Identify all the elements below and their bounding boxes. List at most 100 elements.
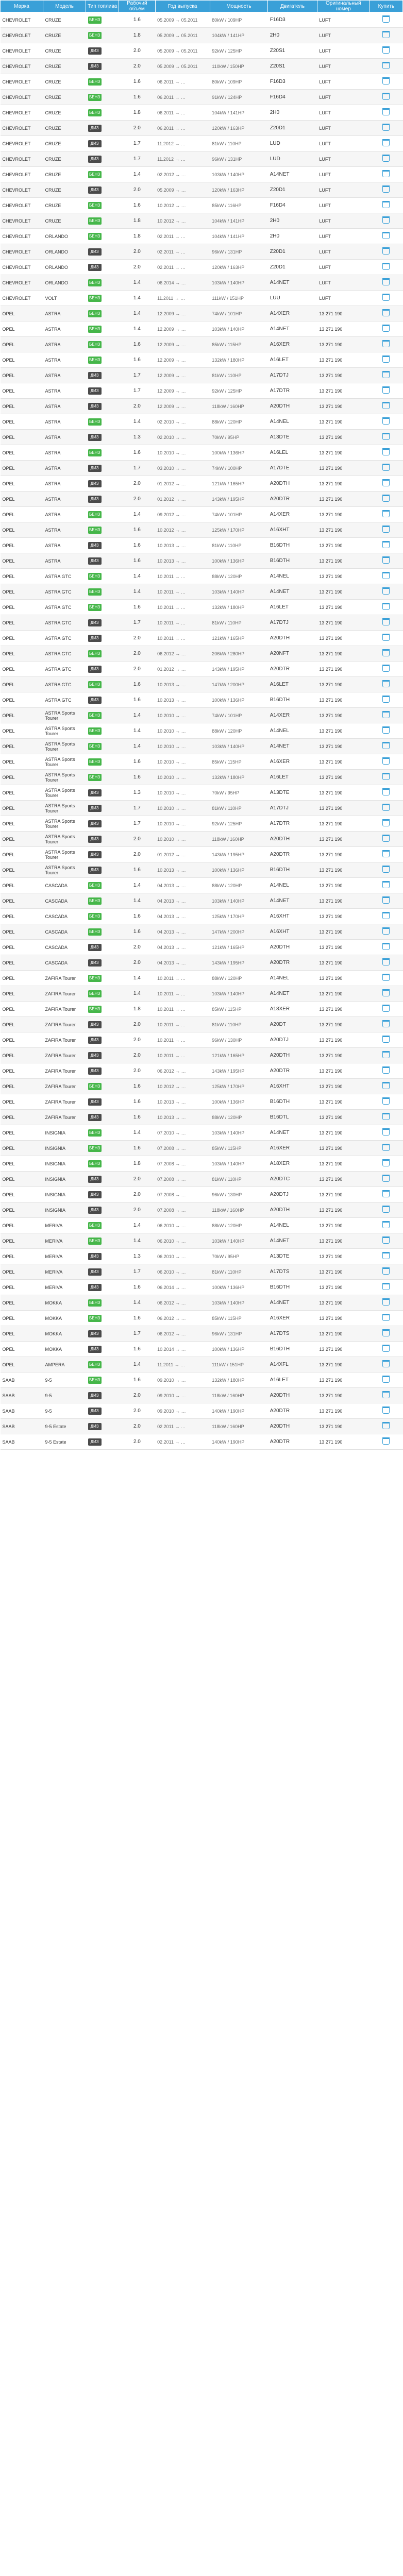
cell-buy[interactable] — [370, 228, 403, 244]
cell-buy[interactable] — [370, 1403, 403, 1419]
cell-buy[interactable] — [370, 661, 403, 677]
cell-buy[interactable] — [370, 908, 403, 924]
cart-icon[interactable] — [382, 587, 390, 595]
cart-icon[interactable] — [382, 804, 390, 811]
cart-icon[interactable] — [382, 958, 390, 965]
header-model[interactable]: Модель — [43, 0, 87, 12]
cell-buy[interactable] — [370, 1187, 403, 1202]
cart-icon[interactable] — [382, 711, 390, 718]
cell-buy[interactable] — [370, 1078, 403, 1094]
cell-buy[interactable] — [370, 1279, 403, 1295]
cart-icon[interactable] — [382, 1082, 390, 1089]
cell-buy[interactable] — [370, 1125, 403, 1141]
cell-buy[interactable] — [370, 785, 403, 801]
cell-buy[interactable] — [370, 43, 403, 59]
cell-buy[interactable] — [370, 58, 403, 74]
cell-buy[interactable] — [370, 1310, 403, 1326]
cart-icon[interactable] — [382, 1159, 390, 1166]
cell-buy[interactable] — [370, 74, 403, 90]
cart-icon[interactable] — [382, 1252, 390, 1259]
cell-buy[interactable] — [370, 151, 403, 167]
cell-buy[interactable] — [370, 754, 403, 770]
cart-icon[interactable] — [382, 603, 390, 610]
cell-buy[interactable] — [370, 723, 403, 739]
cell-buy[interactable] — [370, 1016, 403, 1032]
cart-icon[interactable] — [382, 1144, 390, 1151]
cart-icon[interactable] — [382, 124, 390, 131]
cart-icon[interactable] — [382, 1020, 390, 1027]
cart-icon[interactable] — [382, 77, 390, 84]
cart-icon[interactable] — [382, 866, 390, 873]
cart-icon[interactable] — [382, 247, 390, 255]
header-oem[interactable]: Оригинальный номер — [316, 0, 370, 12]
cart-icon[interactable] — [382, 93, 390, 100]
cell-buy[interactable] — [370, 676, 403, 692]
header-fuel[interactable]: Тип топлива — [86, 0, 120, 12]
cart-icon[interactable] — [382, 495, 390, 502]
cart-icon[interactable] — [382, 618, 390, 625]
cart-icon[interactable] — [382, 31, 390, 38]
cell-buy[interactable] — [370, 692, 403, 708]
cell-buy[interactable] — [370, 986, 403, 1002]
cell-buy[interactable] — [370, 738, 403, 754]
cell-buy[interactable] — [370, 1248, 403, 1264]
cart-icon[interactable] — [382, 1391, 390, 1398]
cart-icon[interactable] — [382, 325, 390, 332]
cart-icon[interactable] — [382, 294, 390, 301]
cart-icon[interactable] — [382, 309, 390, 316]
cell-buy[interactable] — [370, 89, 403, 105]
cart-icon[interactable] — [382, 1051, 390, 1058]
cart-icon[interactable] — [382, 108, 390, 115]
cell-buy[interactable] — [370, 1372, 403, 1388]
cart-icon[interactable] — [382, 170, 390, 177]
cell-buy[interactable] — [370, 862, 403, 878]
cell-buy[interactable] — [370, 1434, 403, 1450]
cart-icon[interactable] — [382, 1128, 390, 1136]
cell-buy[interactable] — [370, 970, 403, 986]
cart-icon[interactable] — [382, 1422, 390, 1429]
cart-icon[interactable] — [382, 1005, 390, 1012]
cart-icon[interactable] — [382, 696, 390, 703]
cell-buy[interactable] — [370, 182, 403, 198]
cart-icon[interactable] — [382, 402, 390, 409]
cart-icon[interactable] — [382, 201, 390, 208]
cell-buy[interactable] — [370, 1001, 403, 1017]
cell-buy[interactable] — [370, 383, 403, 399]
cart-icon[interactable] — [382, 510, 390, 517]
cell-buy[interactable] — [370, 460, 403, 476]
cell-buy[interactable] — [370, 939, 403, 955]
cart-icon[interactable] — [382, 788, 390, 795]
cell-buy[interactable] — [370, 877, 403, 893]
cart-icon[interactable] — [382, 355, 390, 363]
cell-buy[interactable] — [370, 244, 403, 260]
cart-icon[interactable] — [382, 572, 390, 579]
cell-buy[interactable] — [370, 12, 403, 28]
cell-buy[interactable] — [370, 584, 403, 600]
cart-icon[interactable] — [382, 417, 390, 425]
cell-buy[interactable] — [370, 259, 403, 275]
cell-buy[interactable] — [370, 1109, 403, 1125]
cell-buy[interactable] — [370, 398, 403, 414]
cart-icon[interactable] — [382, 1437, 390, 1445]
header-brand[interactable]: Марка — [0, 0, 44, 12]
cell-buy[interactable] — [370, 1140, 403, 1156]
cell-buy[interactable] — [370, 1295, 403, 1311]
cell-buy[interactable] — [370, 166, 403, 182]
cart-icon[interactable] — [382, 1221, 390, 1228]
cell-buy[interactable] — [370, 924, 403, 940]
cell-buy[interactable] — [370, 321, 403, 337]
cart-icon[interactable] — [382, 1190, 390, 1197]
header-engine[interactable]: Двигатель — [267, 0, 317, 12]
cart-icon[interactable] — [382, 556, 390, 564]
cell-buy[interactable] — [370, 1326, 403, 1342]
cell-buy[interactable] — [370, 1418, 403, 1434]
cart-icon[interactable] — [382, 850, 390, 857]
cell-buy[interactable] — [370, 1156, 403, 1172]
cell-buy[interactable] — [370, 1341, 403, 1357]
cell-buy[interactable] — [370, 955, 403, 971]
cell-buy[interactable] — [370, 707, 403, 723]
cart-icon[interactable] — [382, 448, 390, 455]
cell-buy[interactable] — [370, 769, 403, 785]
cell-buy[interactable] — [370, 537, 403, 553]
cart-icon[interactable] — [382, 1345, 390, 1352]
